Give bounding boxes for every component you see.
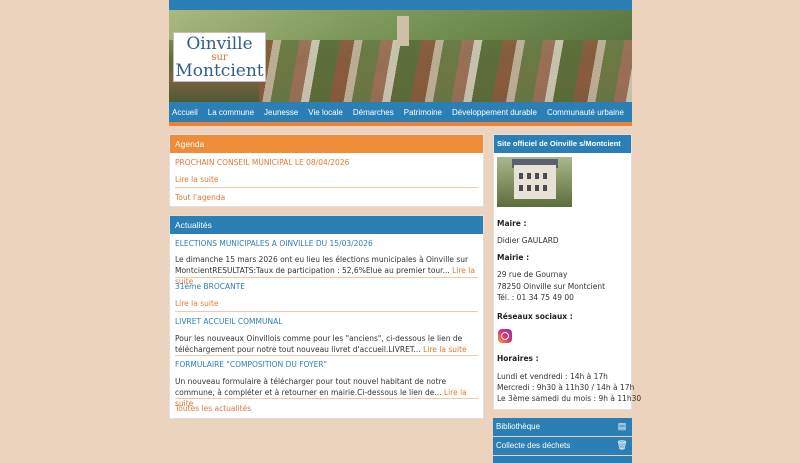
agenda-all-link[interactable]: Tout l'agenda	[175, 193, 225, 202]
news-read-more-link[interactable]: Lire la suite	[423, 345, 467, 354]
instagram-icon[interactable]	[498, 329, 512, 343]
hours-line-2: Mercredi : 9h30 à 11h30 / 14h à 17h	[497, 383, 635, 392]
nav-item-communaute-urbaine[interactable]: Communauté urbaine	[547, 108, 624, 117]
logo-line-1: Oinville	[186, 34, 253, 54]
main-nav: Accueil La commune Jeunesse Vie locale D…	[169, 102, 632, 122]
agenda-event-link[interactable]: PROCHAIN CONSEIL MUNICIPAL LE 08/04/2026	[175, 158, 349, 167]
library-label: Bibliothèque	[496, 422, 541, 431]
info-panel: Site officiel de Oinville s/Montcient Ma…	[493, 134, 641, 410]
town-hall-photo	[497, 157, 572, 207]
news-item-excerpt: Pour les nouveaux Oinvillois comme pour …	[175, 333, 475, 355]
news-title: Actualités	[170, 216, 483, 234]
mairie-phone: Tél. : 01 34 75 49 00	[497, 293, 574, 302]
mairie-address-2: 78250 Oinville sur Montcient	[497, 282, 606, 291]
hours-label: Horaires :	[497, 354, 539, 363]
nav-item-patrimoine[interactable]: Patrimoine	[404, 108, 442, 117]
hours-line-3: Le 3ème samedi du mois : 9h à 11h30	[497, 394, 642, 403]
hours-line-1: Lundi et vendredi : 14h à 17h	[497, 372, 608, 381]
header-banner: Oinville sur Montcient	[169, 10, 632, 102]
info-title: Site officiel de Oinville s/Montcient	[494, 135, 631, 153]
agenda-title: Agenda	[170, 135, 483, 153]
news-item-text: Un nouveau formulaire à télécharger pour…	[175, 377, 447, 397]
social-label: Réseaux sociaux :	[497, 312, 573, 321]
nav-item-demarches[interactable]: Démarches	[353, 108, 394, 117]
nav-item-developpement-durable[interactable]: Développement durable	[452, 108, 537, 117]
top-bar	[169, 0, 632, 10]
mairie-label: Mairie :	[497, 253, 530, 262]
maire-label: Maire :	[497, 219, 527, 228]
logo-line-3: Montcient	[175, 61, 264, 81]
nav-underline	[169, 122, 632, 126]
site-logo[interactable]: Oinville sur Montcient	[173, 32, 266, 82]
mairie-address-1: 29 rue de Gournay	[497, 270, 568, 279]
news-item-title[interactable]: LIVRET ACCUEIL COMMUNAL	[175, 317, 282, 326]
nav-item-la-commune[interactable]: La commune	[208, 108, 254, 117]
news-read-more-link[interactable]: Lire la suite	[175, 299, 219, 308]
trash-icon: 🗑	[616, 440, 628, 450]
next-sidebar-button[interactable]	[493, 456, 632, 463]
news-item-text: Pour les nouveaux Oinvillois comme pour …	[175, 334, 463, 354]
news-panel: Actualités ELECTIONS MUNICIPALES A OINVI…	[169, 215, 484, 419]
agenda-read-more-link[interactable]: Lire la suite	[175, 175, 219, 184]
maire-name: Didier GAULARD	[497, 236, 559, 245]
news-all-link[interactable]: Toutes les actualités	[175, 404, 251, 413]
news-item-text: Le dimanche 15 mars 2026 ont eu lieu les…	[175, 255, 469, 275]
divider	[175, 311, 478, 312]
divider	[175, 277, 478, 278]
waste-collection-button[interactable]: Collecte des déchets 🗑	[493, 437, 632, 455]
news-item-title[interactable]: ELECTIONS MUNICIPALES A OINVILLE DU 15/0…	[175, 239, 373, 248]
books-icon: ▤	[617, 421, 627, 431]
divider	[175, 187, 478, 188]
nav-item-vie-locale[interactable]: Vie locale	[308, 108, 343, 117]
library-button[interactable]: Bibliothèque ▤	[493, 418, 632, 436]
divider	[175, 355, 478, 356]
news-item-title[interactable]: FORMULAIRE "COMPOSITION DU FOYER"	[175, 360, 327, 369]
waste-collection-label: Collecte des déchets	[496, 441, 571, 450]
news-item-title[interactable]: 31ème BROCANTE	[175, 282, 245, 291]
divider	[175, 398, 478, 399]
agenda-panel: Agenda PROCHAIN CONSEIL MUNICIPAL LE 08/…	[169, 134, 484, 207]
nav-item-jeunesse[interactable]: Jeunesse	[264, 108, 298, 117]
nav-item-accueil[interactable]: Accueil	[172, 108, 198, 117]
